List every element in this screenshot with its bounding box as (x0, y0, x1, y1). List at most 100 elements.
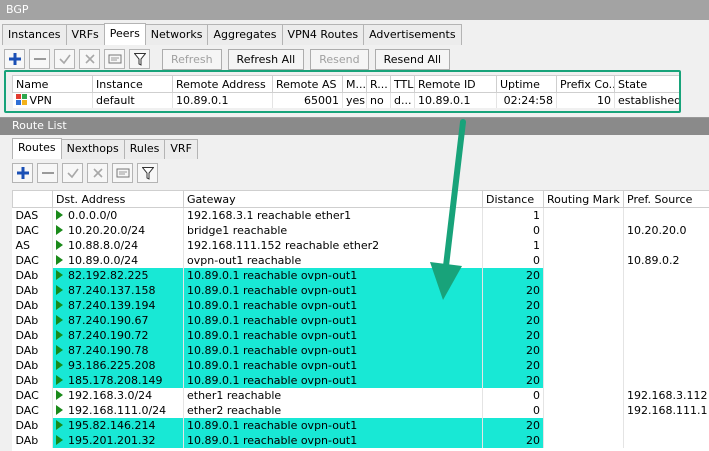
route-active-icon (56, 404, 63, 415)
tab-vrf[interactable]: VRF (164, 139, 198, 159)
tab-advertisements[interactable]: Advertisements (363, 24, 462, 45)
refresh-all-button[interactable]: Refresh All (227, 48, 305, 70)
route-row[interactable]: DAC 10.20.20.0/24 bridge1 reachable 0 10.20.… (12, 222, 709, 238)
route-pref-source (623, 237, 709, 253)
resend-button[interactable]: Resend (310, 48, 369, 70)
disable-button[interactable] (79, 49, 100, 69)
route-disable-button[interactable] (87, 163, 108, 183)
peer-remote-id: 10.89.0.1 (414, 92, 497, 108)
route-row[interactable]: DAb 93.186.225.208 10.89.0.1 reachable ovp… (12, 357, 709, 373)
enable-icon (58, 54, 71, 65)
col-m[interactable]: M... (342, 75, 367, 93)
tab-nexthops[interactable]: Nexthops (60, 139, 125, 159)
comment-button[interactable] (104, 49, 125, 69)
route-dst: 93.186.225.208 (68, 358, 156, 372)
col-prefix-count[interactable]: Prefix Co... (556, 75, 615, 93)
route-dst: 87.240.190.67 (68, 313, 149, 327)
col-name[interactable]: Name (12, 75, 93, 93)
add-icon (8, 53, 21, 65)
route-gateway: 10.89.0.1 reachable ovpn-out1 (183, 312, 483, 328)
col-uptime[interactable]: Uptime (496, 75, 557, 93)
bgp-tabs: Instances VRFs Peers Networks Aggregates… (2, 23, 462, 45)
route-dst: 192.168.111.0/24 (68, 403, 167, 417)
peer-instance: default (92, 92, 173, 108)
route-row[interactable]: DAb 82.192.82.225 10.89.0.1 reachable ovpn… (12, 267, 709, 283)
route-distance: 20 (482, 432, 544, 448)
comment-icon (116, 168, 129, 178)
route-row[interactable]: DAS 0.0.0.0/0 192.168.3.1 reachable ether1… (12, 207, 709, 223)
route-gateway: 192.168.3.1 reachable ether1 (183, 207, 483, 223)
route-row[interactable]: DAb 185.178.208.149 10.89.0.1 reachable ov… (12, 372, 709, 388)
tab-peers[interactable]: Peers (103, 23, 146, 45)
route-comment-button[interactable] (112, 163, 133, 183)
tab-rules[interactable]: Rules (123, 139, 166, 159)
route-pref-source (623, 327, 709, 343)
route-pref-source: 10.20.20.0 (623, 222, 709, 238)
peer-row[interactable]: VPN default 10.89.0.1 65001 yes no d... … (12, 92, 681, 108)
tab-instances[interactable]: Instances (2, 24, 67, 45)
route-row[interactable]: DAC 10.89.0.0/24 ovpn-out1 reachable 0 10.89… (12, 252, 709, 268)
route-row[interactable]: DAb 87.240.190.67 10.89.0.1 reachable ovpn… (12, 312, 709, 328)
tab-networks[interactable]: Networks (144, 24, 209, 45)
col-flags[interactable] (12, 190, 53, 208)
col-remote-address[interactable]: Remote Address (172, 75, 273, 93)
tab-vpn4-routes[interactable]: VPN4 Routes (281, 24, 365, 45)
peer-ttl: d... (390, 92, 415, 108)
col-gateway[interactable]: Gateway (183, 190, 483, 208)
route-remove-button[interactable] (37, 163, 58, 183)
col-dst-address[interactable]: Dst. Address (52, 190, 184, 208)
col-remote-id[interactable]: Remote ID (414, 75, 497, 93)
route-pref-source (623, 372, 709, 388)
route-distance: 20 (482, 342, 544, 358)
route-row[interactable]: DAb 87.240.190.72 10.89.0.1 reachable ovpn… (12, 327, 709, 343)
peer-state: established (614, 92, 681, 108)
route-dst: 195.201.201.32 (68, 433, 156, 447)
route-row[interactable]: DAC 192.168.3.0/24 ether1 reachable 0 192.16… (12, 387, 709, 403)
col-ttl[interactable]: TTL (390, 75, 415, 93)
route-row[interactable]: DAb 87.240.190.78 10.89.0.1 reachable ovpn… (12, 342, 709, 358)
route-gateway: 10.89.0.1 reachable ovpn-out1 (183, 342, 483, 358)
route-row[interactable]: DAb 87.240.137.158 10.89.0.1 reachable ovp… (12, 282, 709, 298)
route-dst: 192.168.3.0/24 (68, 388, 153, 402)
route-active-icon (56, 434, 63, 445)
bgp-toolbar: Refresh Refresh All Resend Resend All (4, 47, 456, 71)
route-distance: 0 (482, 252, 544, 268)
route-flags: DAC (12, 222, 53, 238)
route-add-button[interactable] (12, 163, 33, 183)
route-row[interactable]: DAC 192.168.111.0/24 ether2 reachable 0 192.… (12, 402, 709, 418)
route-header-row: Dst. Address Gateway Distance Routing Ma… (12, 190, 709, 208)
route-row[interactable]: DAb 195.82.146.214 10.89.0.1 reachable ovp… (12, 417, 709, 433)
peer-prefix-count: 10 (556, 92, 615, 108)
route-gateway: 10.89.0.1 reachable ovpn-out1 (183, 327, 483, 343)
route-enable-button[interactable] (62, 163, 83, 183)
col-distance[interactable]: Distance (482, 190, 544, 208)
route-gateway: 192.168.111.152 reachable ether2 (183, 237, 483, 253)
enable-button[interactable] (54, 49, 75, 69)
route-distance: 20 (482, 312, 544, 328)
col-remote-as[interactable]: Remote AS (272, 75, 343, 93)
peer-name: VPN (29, 93, 52, 107)
refresh-button[interactable]: Refresh (162, 48, 222, 70)
remove-icon (41, 172, 54, 174)
resend-all-button[interactable]: Resend All (374, 48, 451, 70)
route-row[interactable]: DAb 87.240.139.194 10.89.0.1 reachable ovp… (12, 297, 709, 313)
col-state[interactable]: State (614, 75, 681, 93)
peers-header-row: Name Instance Remote Address Remote AS M… (12, 75, 681, 93)
remove-button[interactable] (29, 49, 50, 69)
tab-routes[interactable]: Routes (12, 138, 62, 159)
route-table-container[interactable]: Dst. Address Gateway Distance Routing Ma… (12, 190, 709, 451)
col-pref-source[interactable]: Pref. Source (623, 190, 709, 208)
route-row[interactable]: AS 10.88.8.0/24 192.168.111.152 reachable … (12, 237, 709, 253)
route-active-icon (56, 314, 63, 325)
route-filter-button[interactable] (137, 163, 158, 183)
add-button[interactable] (4, 49, 25, 69)
route-row[interactable]: DAb 195.201.201.32 10.89.0.1 reachable ovp… (12, 432, 709, 448)
filter-button[interactable] (129, 49, 150, 69)
route-active-icon (56, 344, 63, 355)
route-pref-source: 10.89.0.2 (623, 252, 709, 268)
tab-vrfs[interactable]: VRFs (65, 24, 105, 45)
tab-aggregates[interactable]: Aggregates (207, 24, 283, 45)
col-r[interactable]: R... (366, 75, 391, 93)
col-instance[interactable]: Instance (92, 75, 173, 93)
col-routing-mark[interactable]: Routing Mark (543, 190, 624, 208)
